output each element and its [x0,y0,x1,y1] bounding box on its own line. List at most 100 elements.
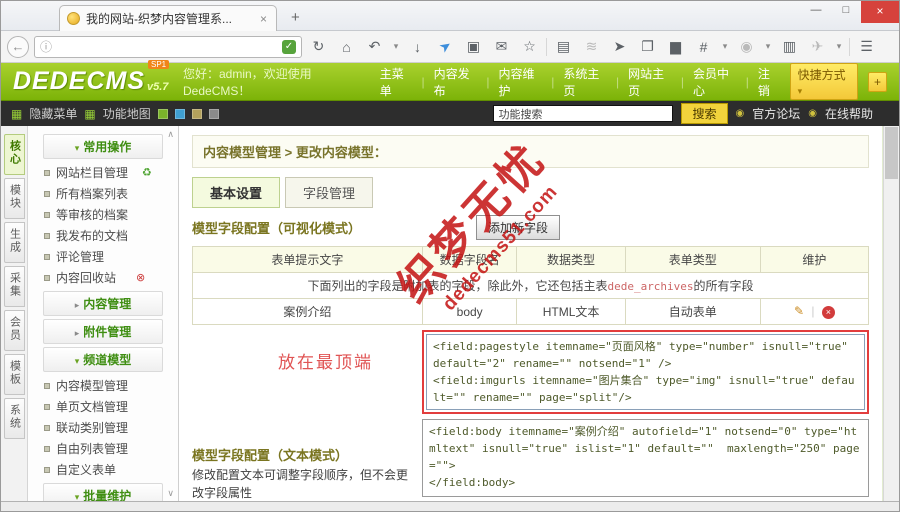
function-search-input[interactable] [493,105,673,122]
page-scrollbar[interactable] [883,126,899,501]
theme-swatch-green[interactable] [158,109,168,119]
field-config-textarea[interactable]: <field:pagestyle itemname="页面风格" type="n… [426,334,865,410]
maximize-button[interactable]: □ [831,1,861,21]
theme-swatch-tan[interactable] [192,109,202,119]
undo-closed-tab-button[interactable]: ↶ [363,38,386,55]
browser-tab[interactable]: 我的网站-织梦内容管理系... × [59,5,277,31]
vtab-modules[interactable]: 模块 [4,178,25,219]
refresh-icon[interactable]: ♻ [142,166,152,179]
close-button[interactable]: × [861,1,899,23]
menu-member-center[interactable]: 会员中心 [693,65,737,99]
menu-site-home[interactable]: 网站主页 [628,65,672,99]
sidebar-section-attachments[interactable]: ▸附件管理 [43,319,163,344]
sidebar-item-pending-archives[interactable]: 等审核的档案 [28,204,178,225]
bullet-icon [44,170,50,176]
send-button[interactable]: ➤ [608,38,631,55]
sidebar-item-single-page-docs[interactable]: 单页文档管理 [28,396,178,417]
screenshot-button[interactable]: ▣ [462,38,485,55]
sidebar-scroll-down-icon[interactable]: ∨ [167,488,174,499]
menu-system-home[interactable]: 系统主页 [563,65,607,99]
sidebar-section-common[interactable]: ▾常用操作 [43,134,163,159]
shortcut-add-button[interactable]: + [868,72,887,92]
vtab-generate[interactable]: 生成 [4,222,25,263]
toolbar-divider [849,38,850,56]
tab-title: 我的网站-织梦内容管理系... [86,10,252,27]
search-button[interactable]: 搜索 [681,103,727,124]
online-help-link[interactable]: 在线帮助 [825,105,873,122]
adblock-button[interactable]: ◉ [735,38,758,55]
sidebar-item-all-archives[interactable]: 所有档案列表 [28,183,178,204]
bookmark-star-button[interactable]: ☆ [518,38,541,55]
extension-plane-button[interactable]: ✈ [806,38,829,55]
rss-button[interactable]: ≋ [580,38,603,55]
theme-swatch-gray[interactable] [209,109,219,119]
extension-caret-icon[interactable]: ▾ [834,41,844,52]
reload-button[interactable]: ↻ [307,38,330,55]
menu-logout[interactable]: 注销 [758,65,780,99]
cell-formtype: 自动表单 [625,299,760,325]
menu-content-maintain[interactable]: 内容维护 [499,65,543,99]
header-menu: 主菜单| 内容发布| 内容维护| 系统主页| 网站主页| 会员中心| 注销 [380,65,780,99]
sidebar-section-channel-models[interactable]: ▾频道模型 [43,347,163,372]
sidebar-item-content-models[interactable]: 内容模型管理 [28,375,178,396]
tab-basic-settings[interactable]: 基本设置 [192,177,280,208]
twitter-bird-icon[interactable]: ➤ [431,33,460,60]
downloads-button[interactable]: ↓ [406,39,429,55]
sidebar-item-my-documents[interactable]: 我发布的文档 [28,225,178,246]
sidebar-item-recycle-bin[interactable]: 内容回收站 ⊗ [28,267,178,288]
url-bar[interactable]: ⓘ ✓ [34,36,302,58]
folder-button[interactable]: ▆ [664,38,687,55]
vtab-members[interactable]: 会员 [4,310,25,351]
add-field-button[interactable]: 添加新字段 [476,215,560,240]
hide-menu-link[interactable]: 隐藏菜单 [29,105,77,122]
window-panel-button[interactable]: ❐ [636,38,659,55]
minimize-button[interactable]: — [801,1,831,21]
sidebar-section-content[interactable]: ▸内容管理 [43,291,163,316]
sidebar-item-site-columns[interactable]: 网站栏目管理 ♻ [28,162,178,183]
body-field-textarea[interactable]: <field:body itemname="案例介绍" autofield="1… [422,419,869,497]
browser-titlebar: 我的网站-织梦内容管理系... × + — □ × [1,1,899,31]
breadcrumb-root[interactable]: 内容模型管理 [203,145,281,160]
menu-main[interactable]: 主菜单 [380,65,413,99]
mail-button[interactable]: ✉ [490,38,513,55]
delete-icon[interactable]: × [822,306,835,319]
tab-close-icon[interactable]: × [258,12,269,26]
sidebar-item-linked-categories[interactable]: 联动类别管理 [28,417,178,438]
sidebar-item-custom-forms[interactable]: 自定义表单 [28,459,178,480]
sidebar-item-comments[interactable]: 评论管理 [28,246,178,267]
vtab-collect[interactable]: 采集 [4,266,25,307]
security-shield-icon[interactable]: ✓ [282,40,296,54]
vtab-templates[interactable]: 模板 [4,354,25,395]
adblock-caret-icon[interactable]: ▾ [763,41,773,52]
bullet-icon [44,275,50,281]
col-field-name: 数据字段名 [422,247,517,273]
url-input[interactable] [57,40,277,54]
cell-maintain: ✎ | × [760,299,868,325]
shortcut-button[interactable]: 快捷方式 ▾ [790,63,858,100]
sidebar-scroll-up-icon[interactable]: ∧ [167,129,174,140]
crop-caret-icon[interactable]: ▾ [720,41,730,52]
clipboard-button[interactable]: ▤ [552,38,575,55]
function-map-link[interactable]: 功能地图 [103,105,151,122]
scrollbar-thumb[interactable] [885,127,898,179]
back-button[interactable]: ← [7,36,29,58]
theme-swatch-blue[interactable] [175,109,185,119]
new-tab-button[interactable]: + [291,9,300,26]
menu-content-publish[interactable]: 内容发布 [434,65,478,99]
module-tabstrip: 核心 模块 生成 采集 会员 模板 系统 [1,126,27,501]
window-controls: — □ × [801,1,899,23]
bullet-icon [44,425,50,431]
proxy-button[interactable]: ▥ [778,38,801,55]
edit-icon[interactable]: ✎ [794,304,804,318]
home-button[interactable]: ⌂ [335,39,358,55]
tab-field-management[interactable]: 字段管理 [285,177,373,208]
crop-tool-button[interactable]: # [692,39,715,55]
page-info-icon[interactable]: ⓘ [40,38,52,55]
hamburger-menu-button[interactable]: ☰ [855,38,878,55]
undo-caret-icon[interactable]: ▾ [391,41,401,52]
sidebar-item-free-lists[interactable]: 自由列表管理 [28,438,178,459]
vtab-core[interactable]: 核心 [4,134,25,175]
vtab-system[interactable]: 系统 [4,398,25,439]
official-forum-link[interactable]: 官方论坛 [752,105,800,122]
col-prompt-text: 表单提示文字 [193,247,423,273]
